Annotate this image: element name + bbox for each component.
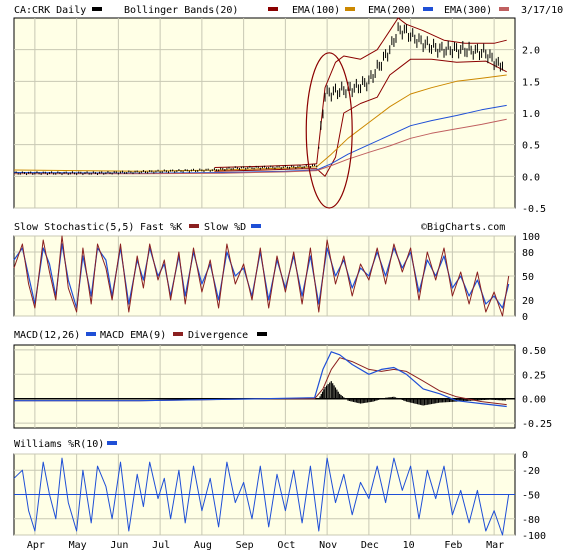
x-tick-label: Jun bbox=[110, 540, 128, 551]
legend-swatch-ema100 bbox=[345, 7, 355, 11]
price-y-tick-label: 0.5 bbox=[522, 141, 540, 152]
legend-slow-d: Slow %D bbox=[204, 222, 246, 233]
legend-ema300: EMA(300) bbox=[444, 5, 492, 16]
williams-y-tick-label: -100 bbox=[522, 531, 546, 542]
x-tick-label: Nov bbox=[319, 540, 337, 551]
stochastic-y-tick-label: 0 bbox=[522, 312, 528, 323]
legend-bollinger: Bollinger Bands(20) bbox=[124, 5, 238, 16]
price-y-tick-label: 2.0 bbox=[522, 46, 540, 57]
williams-y-tick-label: -20 bbox=[522, 466, 540, 477]
x-tick-label: 10 bbox=[403, 540, 415, 551]
williams-y-tick-label: -50 bbox=[522, 491, 540, 502]
x-tick-label: Feb bbox=[444, 540, 462, 551]
legend-swatch-macd-ema bbox=[173, 332, 183, 336]
price-y-tick-label: 1.0 bbox=[522, 109, 540, 120]
legend-swatch-price bbox=[92, 7, 102, 11]
legend-macd-ema: MACD EMA(9) bbox=[100, 330, 166, 341]
price-y-tick-label: 1.5 bbox=[522, 77, 540, 88]
date-label: 3/17/10 bbox=[521, 5, 563, 16]
chart-stage: -0.5 0.0 0.5 1.0 1.5 2.0 100 80 50 20 0 0.50 0.00 -0.… bbox=[0, 0, 579, 553]
stoch-title: Slow Stochastic(5,5) bbox=[14, 222, 134, 233]
macd-y-tick-label: -0.25 bbox=[522, 419, 552, 430]
x-tick-label: Jul bbox=[152, 540, 170, 551]
legend-swatch-ema300 bbox=[499, 7, 509, 11]
legend-swatch-macd bbox=[86, 332, 96, 336]
legend-ema200: EMA(200) bbox=[368, 5, 416, 16]
macd-title: MACD(12,26) bbox=[14, 330, 80, 341]
stochastic-y-tick-label: 50 bbox=[522, 272, 534, 283]
legend-swatch-slow-d bbox=[251, 224, 261, 228]
x-tick-label: May bbox=[69, 540, 87, 551]
legend-swatch-ema200 bbox=[423, 7, 433, 11]
macd-plot-area bbox=[13, 344, 516, 429]
price-y-tick-label: -0.5 bbox=[522, 204, 546, 215]
legend-swatch-divergence bbox=[257, 332, 267, 336]
legend-divergence: Divergence bbox=[188, 330, 248, 341]
watermark: ©BigCharts.com bbox=[421, 222, 505, 233]
macd-y-tick-label: 0.50 bbox=[522, 346, 546, 357]
williams-y-tick-label: 0 bbox=[522, 450, 528, 461]
williams-title: Williams %R(10) bbox=[14, 439, 104, 450]
williams-y-tick-label: -80 bbox=[522, 515, 540, 526]
x-tick-label: Oct bbox=[277, 540, 295, 551]
stochastic-y-tick-label: 20 bbox=[522, 296, 534, 307]
x-tick-label: Dec bbox=[361, 540, 379, 551]
legend-fast-k: Fast %K bbox=[140, 222, 182, 233]
x-tick-label: Apr bbox=[27, 540, 45, 551]
legend-swatch-bollinger bbox=[268, 7, 278, 11]
x-tick-label: Mar bbox=[486, 540, 504, 551]
x-tick-label: Sep bbox=[236, 540, 254, 551]
stochastic-y-tick-label: 100 bbox=[522, 232, 540, 243]
price-title: CA:CRK Daily bbox=[14, 5, 86, 16]
legend-swatch-williams bbox=[107, 441, 117, 445]
stochastic-y-tick-label: 80 bbox=[522, 248, 534, 259]
legend-swatch-fast-k bbox=[189, 224, 199, 228]
legend-ema100: EMA(100) bbox=[292, 5, 340, 16]
x-tick-label: Aug bbox=[194, 540, 212, 551]
macd-y-tick-label: 0.00 bbox=[522, 395, 546, 406]
price-y-tick-label: 0.0 bbox=[522, 172, 540, 183]
macd-y-tick-label: 0.25 bbox=[522, 370, 546, 381]
chart-svg: -0.50.00.51.01.52.010080502000.500.00-0.… bbox=[13, 5, 563, 551]
